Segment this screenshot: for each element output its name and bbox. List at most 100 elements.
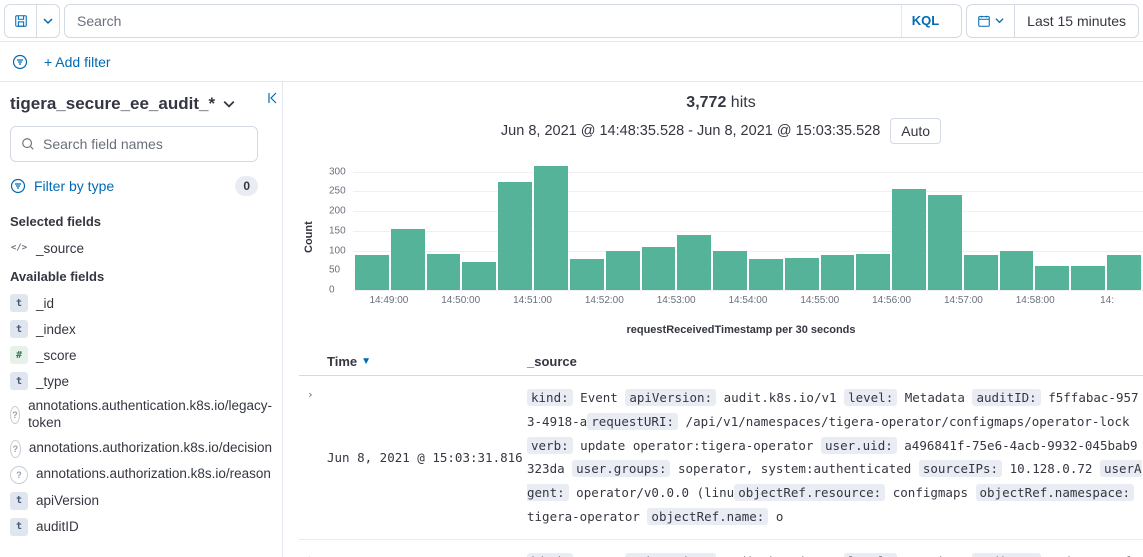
- unknown-field-icon: ?: [10, 406, 20, 424]
- cell-time: Jun 8, 2021 @ 15:03:31.805: [327, 550, 527, 557]
- save-query-button[interactable]: [5, 5, 37, 37]
- cell-source: kind: Event apiVersion: audit.k8s.io/v1 …: [527, 386, 1143, 529]
- x-tick: 14:50:00: [425, 295, 497, 306]
- histogram-bar[interactable]: [892, 189, 926, 290]
- histogram-bar[interactable]: [534, 166, 568, 290]
- interval-selector[interactable]: Auto: [890, 118, 941, 144]
- column-header-time[interactable]: Time ▼: [327, 354, 527, 369]
- histogram-bar[interactable]: [749, 259, 783, 290]
- field-item[interactable]: ? annotations.authorization.k8s.io/reason: [10, 462, 272, 488]
- histogram-bar[interactable]: [677, 235, 711, 290]
- text-field-icon: t: [10, 492, 28, 510]
- language-switcher[interactable]: KQL: [901, 5, 949, 37]
- field-item[interactable]: </>_source: [10, 235, 272, 261]
- main-content: tigera_secure_ee_audit_* Search field na…: [0, 82, 1143, 557]
- y-tick: 50: [329, 265, 340, 276]
- selected-fields-header: Selected fields: [10, 214, 272, 229]
- filter-menu-icon: [12, 54, 28, 70]
- histogram-bar[interactable]: [1035, 266, 1069, 290]
- y-tick: 100: [329, 245, 346, 256]
- y-tick: 200: [329, 206, 346, 217]
- histogram-bar[interactable]: [1107, 255, 1141, 290]
- field-item[interactable]: tauditID: [10, 514, 272, 540]
- histogram-bar[interactable]: [1071, 266, 1105, 290]
- time-picker-toggle[interactable]: [967, 5, 1015, 37]
- histogram-bar[interactable]: [928, 195, 962, 290]
- field-item[interactable]: t_type: [10, 368, 272, 394]
- chart-x-axis-label: requestReceivedTimestamp per 30 seconds: [299, 324, 1143, 336]
- source-key: level:: [844, 553, 897, 557]
- histogram-bar[interactable]: [642, 247, 676, 290]
- column-header-source[interactable]: _source: [527, 354, 1143, 369]
- collapse-sidebar-button[interactable]: [266, 90, 282, 106]
- x-tick: 14:51:00: [497, 295, 569, 306]
- chevron-down-icon: [43, 16, 53, 26]
- histogram-bar[interactable]: [462, 262, 496, 290]
- chevron-down-icon: [223, 98, 235, 110]
- source-key: apiVersion:: [625, 553, 716, 557]
- field-item[interactable]: t_id: [10, 290, 272, 316]
- unknown-field-icon: ?: [10, 466, 28, 484]
- filter-by-type-button[interactable]: Filter by type 0: [10, 170, 258, 202]
- histogram-bar[interactable]: [964, 255, 998, 290]
- histogram-bar[interactable]: [1000, 251, 1034, 290]
- x-tick: 14:53:00: [640, 295, 712, 306]
- y-tick: 250: [329, 186, 346, 197]
- histogram-bar[interactable]: [427, 254, 461, 290]
- x-tick: 14:58:00: [999, 295, 1071, 306]
- histogram-bar[interactable]: [391, 229, 425, 290]
- text-field-icon: t: [10, 320, 28, 338]
- histogram-bar[interactable]: [785, 258, 819, 290]
- x-tick: 14:52:00: [568, 295, 640, 306]
- field-label: annotations.authentication.k8s.io/legacy…: [28, 398, 272, 432]
- histogram-bar[interactable]: [355, 255, 389, 290]
- expand-row-button[interactable]: ›: [307, 388, 314, 401]
- query-bar: Search KQL Last 15 minutes: [0, 0, 1143, 42]
- field-item[interactable]: t apiVersion: [10, 488, 272, 514]
- field-label: _index: [36, 322, 76, 337]
- source-key: kind:: [527, 389, 573, 406]
- expand-row-button[interactable]: ›: [307, 552, 314, 557]
- filter-bar: + Add filter: [0, 42, 1143, 82]
- filter-menu-icon: [10, 178, 26, 194]
- filter-by-type-count: 0: [235, 176, 258, 196]
- source-key: verb:: [527, 437, 573, 454]
- field-item[interactable]: ? annotations.authentication.k8s.io/legac…: [10, 394, 272, 436]
- index-pattern-name: tigera_secure_ee_audit_*: [10, 94, 215, 114]
- histogram-bar[interactable]: [713, 251, 747, 290]
- sort-desc-icon: ▼: [361, 356, 371, 367]
- text-field-icon: t: [10, 372, 28, 390]
- source-key: auditID:: [972, 389, 1040, 406]
- field-label: auditID: [36, 519, 79, 534]
- field-item[interactable]: ?annotations.authorization.k8s.io/decisi…: [10, 436, 272, 462]
- time-range-label[interactable]: Last 15 minutes: [1015, 13, 1138, 29]
- calendar-icon: [977, 14, 991, 28]
- query-input[interactable]: Search KQL: [64, 4, 962, 38]
- index-pattern-selector[interactable]: tigera_secure_ee_audit_*: [10, 94, 272, 114]
- field-label: _id: [36, 296, 54, 311]
- table-row: ›Jun 8, 2021 @ 15:03:31.805kind: Event a…: [299, 540, 1143, 557]
- time-picker: Last 15 minutes: [966, 4, 1139, 38]
- source-key: requestURI:: [587, 413, 678, 430]
- field-label: apiVersion: [36, 493, 99, 508]
- chevron-down-icon: [995, 16, 1004, 25]
- filter-options-button[interactable]: [8, 50, 32, 74]
- add-filter-button[interactable]: + Add filter: [44, 54, 111, 70]
- field-label: _score: [36, 348, 77, 363]
- histogram-bar[interactable]: [570, 259, 604, 290]
- histogram-chart[interactable]: Count 14:49:0014:50:0014:51:0014:52:0014…: [299, 152, 1143, 322]
- histogram-bar[interactable]: [606, 251, 640, 290]
- histogram-bar[interactable]: [821, 255, 855, 290]
- field-item[interactable]: t _index: [10, 316, 272, 342]
- cell-time: Jun 8, 2021 @ 15:03:31.816: [327, 386, 527, 529]
- save-query-menu-toggle[interactable]: [37, 16, 59, 26]
- histogram-bar[interactable]: [498, 182, 532, 290]
- source-key: apiVersion:: [625, 389, 716, 406]
- x-tick: 14:55:00: [784, 295, 856, 306]
- filter-by-type-label: Filter by type: [34, 178, 114, 194]
- field-item[interactable]: #_score: [10, 342, 272, 368]
- histogram-bar[interactable]: [856, 254, 890, 290]
- time-range-text: Jun 8, 2021 @ 14:48:35.528 - Jun 8, 2021…: [501, 123, 880, 139]
- field-label: annotations.authorization.k8s.io/reason: [36, 466, 271, 483]
- field-search-input[interactable]: Search field names: [10, 126, 258, 162]
